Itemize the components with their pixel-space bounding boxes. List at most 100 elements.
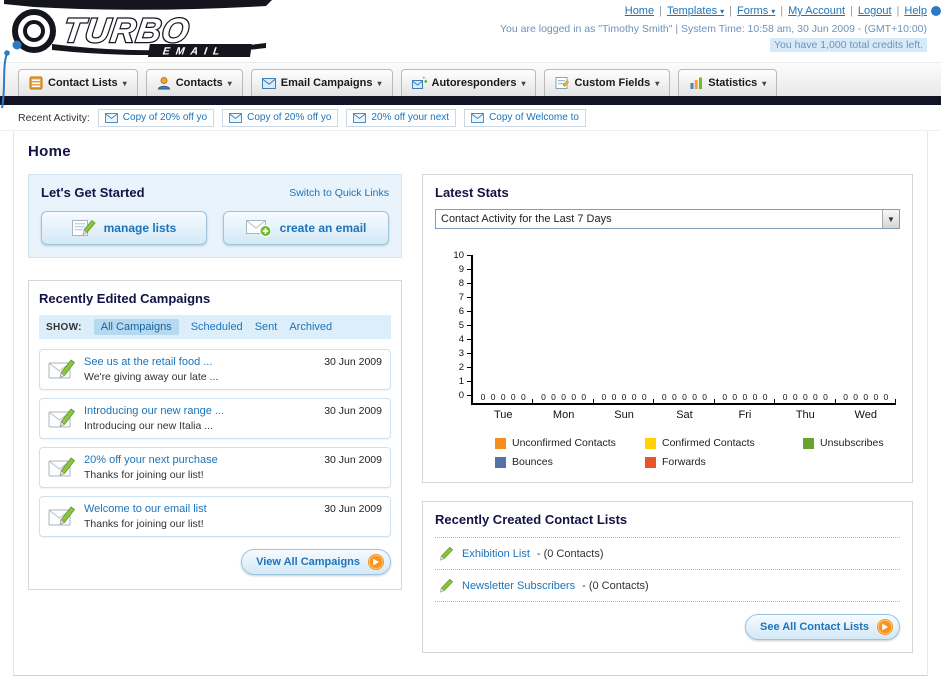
top-link-templates[interactable]: Templates ▾ — [667, 5, 724, 17]
recent-activity-item-label: Copy of Welcome to — [489, 112, 579, 123]
campaigns-panel: Recently Edited Campaigns SHOW: All Camp… — [28, 280, 402, 590]
campaign-date: 30 Jun 2009 — [324, 405, 382, 417]
show-label: SHOW: — [46, 321, 82, 333]
campaign-title-link[interactable]: Welcome to our email list — [84, 503, 207, 515]
campaign-date: 30 Jun 2009 — [324, 454, 382, 466]
page-title: Home — [28, 143, 71, 160]
contact-lists-panel: Recently Created Contact Lists Exhibitio… — [422, 501, 913, 653]
campaign-envelope-pencil-icon — [48, 407, 76, 429]
campaign-filter-bar: SHOW: All Campaigns Scheduled Sent Archi… — [39, 315, 391, 339]
campaign-subtitle: Thanks for joining our list! — [84, 469, 204, 481]
tab-email-campaigns[interactable]: Email Campaigns ▾ — [250, 69, 393, 96]
see-all-contact-lists-label: See All Contact Lists — [759, 621, 869, 633]
chevron-down-icon: ▾ — [377, 78, 382, 88]
tab-label: Email Campaigns — [280, 77, 373, 89]
tab-contacts[interactable]: Contacts ▾ — [145, 69, 243, 96]
logo-antenna-decoration — [1, 50, 10, 109]
legend-swatch — [495, 456, 506, 468]
recent-activity-item[interactable]: Copy of Welcome to — [464, 108, 586, 127]
top-link-home[interactable]: Home — [625, 5, 654, 17]
recent-activity-item-label: 20% off your next — [371, 112, 450, 123]
contact-lists-title: Recently Created Contact Lists — [435, 512, 628, 527]
legend-item: Forwards — [645, 456, 803, 468]
campaign-envelope-pencil-icon — [48, 456, 76, 478]
recent-activity-label: Recent Activity: — [18, 111, 90, 124]
separator: | — [729, 5, 733, 17]
separator: | — [896, 5, 900, 17]
left-column: Let's Get Started Switch to Quick Links … — [28, 174, 402, 590]
separator: | — [780, 5, 784, 17]
top-link-templates-label: Templates — [666, 5, 718, 17]
dropdown-arrow-icon: ▼ — [882, 210, 899, 228]
turbo-email-logo-graphic: TURBO EMAIL — [4, 0, 272, 57]
create-email-label: create an email — [279, 221, 367, 235]
arrow-right-icon — [368, 554, 384, 570]
campaign-date: 30 Jun 2009 — [324, 503, 382, 515]
chevron-down-icon: ▾ — [720, 7, 725, 16]
get-started-title: Let's Get Started — [41, 185, 145, 200]
separator: | — [659, 5, 662, 17]
stats-period-select[interactable]: Contact Activity for the Last 7 Days ▼ — [435, 209, 900, 229]
contact-list-link[interactable]: Exhibition List — [462, 548, 530, 560]
filter-sent[interactable]: Sent — [255, 321, 278, 333]
main-content: Home Let's Get Started Switch to Quick L… — [13, 131, 928, 676]
credits-status-text: You have 1,000 total credits left. — [769, 38, 927, 52]
campaign-title-link[interactable]: See us at the retail food ... — [84, 356, 218, 368]
tab-autoresponders[interactable]: Autoresponders ▾ — [400, 69, 537, 96]
email-icon — [229, 113, 242, 123]
chevron-down-icon: ▾ — [655, 78, 660, 88]
filter-scheduled[interactable]: Scheduled — [191, 321, 243, 333]
manage-lists-label: manage lists — [103, 221, 177, 235]
tab-label: Statistics — [708, 77, 758, 89]
statistics-icon — [689, 76, 703, 90]
recent-activity-bar: Recent Activity: Copy of 20% off yo Copy… — [0, 105, 941, 131]
tab-label: Contacts — [175, 77, 223, 89]
main-nav: Contact Lists ▾ Contacts ▾ Email Campaig… — [0, 62, 941, 96]
campaign-envelope-pencil-icon — [48, 358, 76, 380]
campaign-title-link[interactable]: Introducing our new range ... — [84, 405, 224, 417]
filter-archived[interactable]: Archived — [289, 321, 332, 333]
switch-to-quick-links[interactable]: Switch to Quick Links — [289, 187, 389, 199]
stats-period-value: Contact Activity for the Last 7 Days — [441, 213, 612, 225]
header: TURBO EMAIL Home | Templates ▾ | Forms ▾ | My … — [0, 0, 941, 109]
filter-all-campaigns[interactable]: All Campaigns — [93, 319, 179, 335]
custom-fields-icon — [555, 76, 569, 90]
top-link-help[interactable]: Help — [904, 5, 927, 17]
tab-custom-fields[interactable]: Custom Fields ▾ — [544, 69, 671, 96]
campaign-date: 30 Jun 2009 — [324, 356, 382, 368]
legend-swatch — [803, 437, 814, 449]
contacts-icon — [157, 76, 171, 90]
turbo-email-logo: TURBO EMAIL — [4, 0, 272, 61]
campaign-title-link[interactable]: 20% off your next purchase — [84, 454, 218, 466]
tab-contact-lists[interactable]: Contact Lists ▾ — [18, 69, 138, 96]
create-email-icon — [246, 218, 272, 238]
tab-label: Contact Lists — [48, 77, 118, 89]
get-started-panel: Let's Get Started Switch to Quick Links … — [28, 174, 402, 258]
manage-lists-button[interactable]: manage lists — [41, 211, 207, 245]
separator: | — [850, 5, 853, 17]
top-link-my-account[interactable]: My Account — [788, 5, 845, 17]
create-email-button[interactable]: create an email — [223, 211, 389, 245]
recent-activity-item[interactable]: 20% off your next — [346, 108, 457, 127]
top-link-logout[interactable]: Logout — [858, 5, 892, 17]
arrow-right-icon — [877, 619, 893, 635]
recent-activity-item[interactable]: Copy of 20% off yo — [97, 108, 215, 127]
tab-label: Autoresponders — [431, 77, 517, 89]
email-campaigns-icon — [262, 78, 276, 89]
campaign-row: 20% off your next purchase Thanks for jo… — [39, 447, 391, 488]
legend-swatch — [645, 437, 656, 449]
campaign-row: See us at the retail food ... We're givi… — [39, 349, 391, 390]
campaign-subtitle: Thanks for joining our list! — [84, 518, 204, 530]
recent-activity-item[interactable]: Copy of 20% off yo — [222, 108, 339, 127]
campaigns-title: Recently Edited Campaigns — [39, 291, 211, 306]
legend-item: Unsubscribes — [803, 437, 896, 449]
chart-x-labels: Tue Mon Sun Sat Fri Thu Wed — [493, 409, 877, 421]
legend-swatch — [645, 456, 656, 468]
stats-title: Latest Stats — [435, 185, 509, 200]
see-all-contact-lists-button[interactable]: See All Contact Lists — [744, 614, 900, 640]
view-all-campaigns-button[interactable]: View All Campaigns — [241, 549, 391, 575]
chevron-down-icon: ▾ — [762, 78, 767, 88]
tab-statistics[interactable]: Statistics ▾ — [678, 69, 778, 96]
contact-list-link[interactable]: Newsletter Subscribers — [462, 580, 575, 592]
top-link-forms[interactable]: Forms ▾ — [737, 5, 775, 17]
